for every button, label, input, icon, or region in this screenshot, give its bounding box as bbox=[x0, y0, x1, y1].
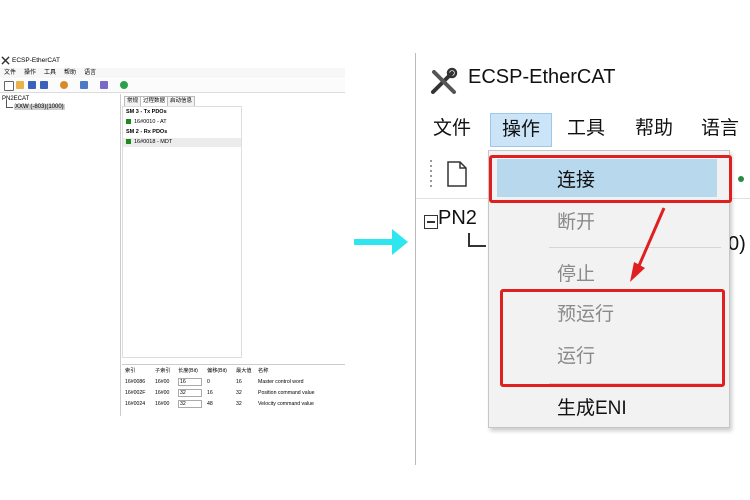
table-cell: 16#00 bbox=[155, 379, 170, 385]
table-cell: Velocity command value bbox=[258, 401, 314, 407]
tab-process-data[interactable]: 过程数据 bbox=[140, 96, 169, 106]
table-cell: 16#0024 bbox=[125, 401, 146, 407]
table-cell: 16 bbox=[207, 390, 213, 396]
pdo-checkbox[interactable] bbox=[126, 139, 131, 145]
menu-operate[interactable]: 操作 bbox=[490, 113, 552, 147]
sm2-pdo-label: 16#0018 - MDT bbox=[134, 139, 173, 145]
col-name: 名称 bbox=[258, 368, 269, 374]
preop-run-highlight-box bbox=[500, 289, 725, 387]
table-cell: 32 bbox=[236, 390, 242, 396]
col-length: 长度(Bit) bbox=[178, 368, 198, 374]
zoom-tree-child-partial[interactable]: 0) bbox=[728, 233, 746, 256]
sm3-pdo-row[interactable]: 16#0010 - AT bbox=[126, 119, 167, 125]
table-cell: 16#002F bbox=[125, 390, 146, 396]
new-file-icon[interactable] bbox=[446, 160, 468, 188]
menu-tools[interactable]: 工具 bbox=[562, 113, 610, 145]
menu-item-disconnect[interactable]: 断开 bbox=[557, 207, 595, 234]
open-folder-icon[interactable] bbox=[16, 81, 24, 89]
zoom-tree-root[interactable]: PN2 bbox=[438, 207, 477, 230]
col-index: 索引 bbox=[125, 368, 136, 374]
table-cell: 16#00 bbox=[155, 401, 170, 407]
small-title-bar: ECSP-EtherCAT bbox=[0, 54, 345, 67]
save-as-icon[interactable] bbox=[40, 81, 48, 89]
cyan-arrow bbox=[354, 229, 408, 255]
small-device-tree: PN2ECAT XXW (-803)(1000) bbox=[0, 94, 121, 416]
sm3-header: SM 3 - Tx PDOs bbox=[126, 109, 167, 115]
refresh-icon[interactable] bbox=[120, 81, 128, 89]
small-app-window: ECSP-EtherCAT 文件 操作 工具 帮助 语言 PN2ECAT XXW (-8… bbox=[0, 54, 345, 416]
length-input[interactable]: 32 bbox=[178, 400, 202, 408]
zoom-window-title: ECSP-EtherCAT bbox=[468, 66, 616, 88]
sm3-pdo-label: 16#0010 - AT bbox=[134, 119, 167, 125]
table-cell: Position command value bbox=[258, 390, 315, 396]
small-menu-tools[interactable]: 工具 bbox=[44, 70, 56, 76]
table-cell: 16#00 bbox=[155, 390, 170, 396]
pdo-list: SM 3 - Tx PDOs 16#0010 - AT SM 2 - Rx PD… bbox=[122, 106, 242, 358]
table-cell: 16#0086 bbox=[125, 379, 146, 385]
tree-connector bbox=[468, 233, 486, 247]
table-cell: 48 bbox=[207, 401, 213, 407]
menu-file[interactable]: 文件 bbox=[428, 113, 476, 145]
small-menu-file[interactable]: 文件 bbox=[4, 70, 16, 76]
save-icon[interactable] bbox=[28, 81, 36, 89]
pdo-checkbox[interactable] bbox=[126, 119, 131, 125]
small-toolbar bbox=[0, 79, 345, 93]
col-max: 最大值 bbox=[236, 368, 252, 374]
col-offset: 偏移(Bit) bbox=[207, 368, 227, 374]
small-tabs: 常规 过程数据 启动信息 bbox=[124, 96, 196, 106]
menu-separator bbox=[549, 247, 721, 248]
connect-highlight-box bbox=[489, 155, 732, 203]
new-file-icon[interactable] bbox=[4, 81, 14, 91]
small-menu-operate[interactable]: 操作 bbox=[24, 70, 36, 76]
length-input[interactable]: 16 bbox=[178, 378, 202, 386]
tools-icon bbox=[1, 56, 10, 65]
table-cell: 0 bbox=[207, 379, 210, 385]
table-cell: 32 bbox=[236, 401, 242, 407]
menu-language[interactable]: 语言 bbox=[696, 113, 744, 145]
tab-general[interactable]: 常规 bbox=[124, 96, 142, 106]
toolbar-overflow-icon[interactable] bbox=[736, 174, 746, 184]
scan-icon[interactable] bbox=[80, 81, 88, 89]
table-cell: 16 bbox=[236, 379, 242, 385]
menu-item-stop[interactable]: 停止 bbox=[557, 259, 595, 286]
table-cell: Master control word bbox=[258, 379, 304, 385]
sm2-pdo-row[interactable]: 16#0018 - MDT bbox=[126, 139, 172, 145]
connect-icon[interactable] bbox=[60, 81, 68, 89]
collapse-icon[interactable] bbox=[424, 215, 438, 229]
small-tree-child[interactable]: XXW (-803)(1000) bbox=[6, 100, 65, 110]
tools-icon bbox=[431, 67, 458, 94]
small-menu-help[interactable]: 帮助 bbox=[64, 70, 76, 76]
col-subindex: 子索引 bbox=[155, 368, 171, 374]
small-menu-bar: 文件 操作 工具 帮助 语言 bbox=[0, 68, 345, 78]
menu-item-generate-eni[interactable]: 生成ENI bbox=[557, 393, 627, 420]
small-window-title: ECSP-EtherCAT bbox=[12, 57, 60, 64]
small-menu-language[interactable]: 语言 bbox=[84, 70, 96, 76]
toolbar-grip-icon bbox=[430, 160, 432, 190]
zoom-menu-bar: 文件 操作 工具 帮助 语言 bbox=[416, 107, 750, 149]
zoom-title-bar: ECSP-EtherCAT bbox=[416, 53, 750, 105]
sm2-header: SM 2 - Rx PDOs bbox=[126, 129, 168, 135]
tab-startup[interactable]: 启动信息 bbox=[167, 96, 196, 106]
pdo-entry-table: 索引 子索引 长度(Bit) 偏移(Bit) 最大值 名称 16#0086 16… bbox=[122, 364, 345, 417]
menu-help[interactable]: 帮助 bbox=[630, 113, 678, 145]
config-icon[interactable] bbox=[100, 81, 108, 89]
length-input[interactable]: 32 bbox=[178, 389, 202, 397]
